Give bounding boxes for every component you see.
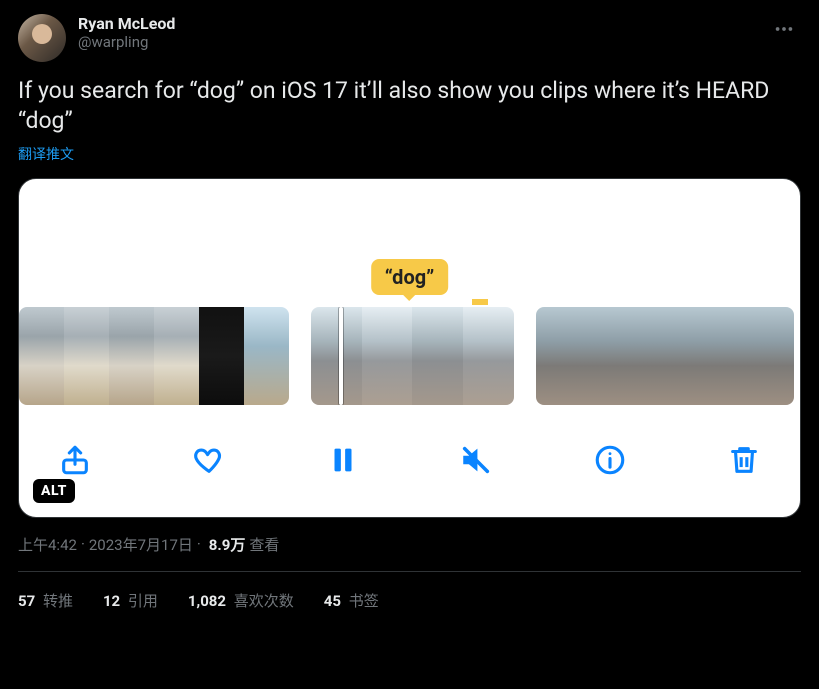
divider [18, 571, 801, 572]
tweet-date[interactable]: 2023年7月17日 [89, 534, 193, 555]
views-label: 查看 [249, 534, 279, 555]
tweet: Ryan McLeod @warpling If you search for … [0, 0, 819, 625]
clip-frame [751, 307, 794, 405]
clip-frame [622, 307, 665, 405]
media-card[interactable]: “dog” [18, 178, 801, 518]
clip-group[interactable] [311, 307, 514, 405]
meta-dot: · [81, 535, 85, 553]
clip-group[interactable] [19, 307, 289, 405]
clip-frame [536, 307, 579, 405]
clip-frame [311, 307, 362, 405]
info-button[interactable] [588, 438, 632, 482]
clip-frame [665, 307, 708, 405]
video-timeline[interactable] [19, 307, 800, 405]
media-toolbar [19, 405, 800, 497]
tweet-header: Ryan McLeod @warpling [18, 14, 801, 62]
meta-dot: · [197, 535, 201, 553]
clip-frame [579, 307, 622, 405]
clip-frame [199, 307, 244, 405]
alt-badge[interactable]: ALT [33, 479, 75, 503]
playhead[interactable] [339, 307, 343, 405]
caption-tag: “dog” [371, 259, 449, 295]
retweets-stat[interactable]: 57 转推 [18, 590, 73, 611]
display-name: Ryan McLeod [78, 14, 175, 33]
tweet-time[interactable]: 上午4:42 [18, 534, 77, 555]
tweet-stats: 57 转推 12 引用 1,082 喜欢次数 45 书签 [18, 590, 801, 611]
share-button[interactable] [53, 438, 97, 482]
tweet-meta: 上午4:42 · 2023年7月17日 · 8.9万 查看 [18, 534, 801, 555]
clip-frame [154, 307, 199, 405]
author-names[interactable]: Ryan McLeod @warpling [78, 14, 175, 51]
clip-frame [64, 307, 109, 405]
media-header: “dog” [19, 179, 800, 305]
more-button[interactable] [767, 14, 801, 44]
trash-button[interactable] [722, 438, 766, 482]
heart-button[interactable] [187, 438, 231, 482]
translate-link[interactable]: 翻译推文 [18, 144, 801, 164]
likes-stat[interactable]: 1,082 喜欢次数 [188, 590, 294, 611]
pause-button[interactable] [321, 438, 365, 482]
clip-frame [362, 307, 413, 405]
handle: @warpling [78, 33, 175, 51]
tweet-text: If you search for “dog” on iOS 17 it’ll … [18, 76, 801, 136]
clip-frame [244, 307, 289, 405]
avatar[interactable] [18, 14, 66, 62]
clip-frame [19, 307, 64, 405]
clip-group[interactable] [536, 307, 794, 405]
mute-button[interactable] [454, 438, 498, 482]
views-count: 8.9万 [209, 534, 246, 555]
quotes-stat[interactable]: 12 引用 [103, 590, 158, 611]
clip-frame [463, 307, 514, 405]
bookmarks-stat[interactable]: 45 书签 [324, 590, 379, 611]
clip-frame [412, 307, 463, 405]
timeline-marker [472, 299, 488, 305]
clip-frame [708, 307, 751, 405]
clip-frame [109, 307, 154, 405]
